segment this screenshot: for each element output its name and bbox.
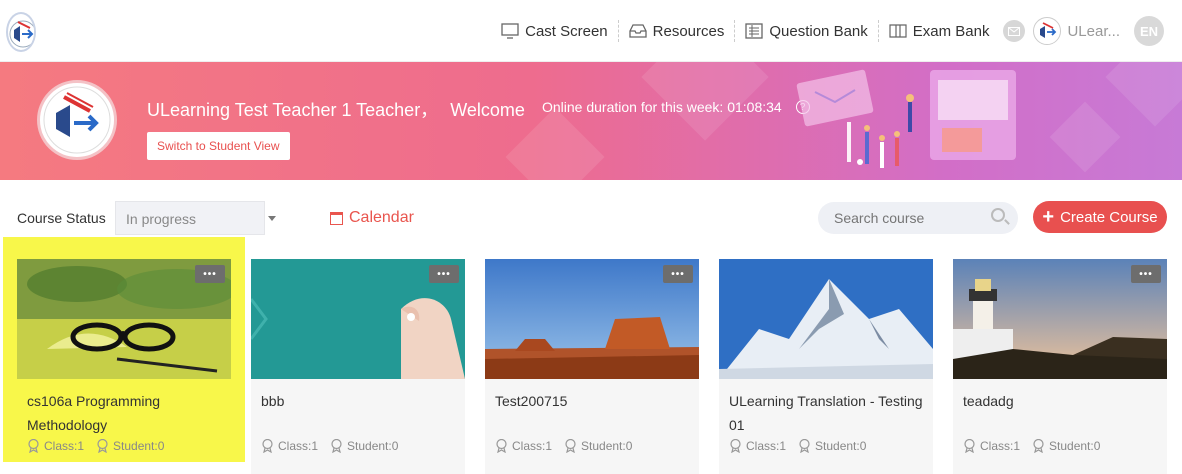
medal-icon <box>799 439 810 453</box>
calendar-label: Calendar <box>349 209 414 226</box>
top-nav-bar: Cast Screen Resources Question Bank Exam… <box>0 0 1182 62</box>
course-card[interactable]: ••• cs106a Programming Methodology Class… <box>17 259 231 474</box>
course-title[interactable]: Test200715 <box>495 389 691 413</box>
chevron-down-icon[interactable] <box>268 216 276 221</box>
welcome-word: Welcome <box>450 100 525 120</box>
welcome-name: ULearning Test Teacher 1 Teacher， <box>147 100 439 120</box>
course-meta: Class:1 Student:0 <box>495 439 632 453</box>
switch-student-view-button[interactable]: Switch to Student View <box>147 132 290 160</box>
class-count-label: Class:1 <box>512 439 553 453</box>
student-count: Student:0 <box>564 439 632 453</box>
nav-label: Question Bank <box>769 22 868 40</box>
student-count: Student:0 <box>96 439 164 453</box>
search-icon[interactable] <box>991 208 1005 222</box>
course-cover-image[interactable] <box>719 259 933 379</box>
course-more-button[interactable]: ••• <box>195 265 225 283</box>
class-count-label: Class:1 <box>980 439 1021 453</box>
search-course-input[interactable] <box>818 202 1018 234</box>
class-count-label: Class:1 <box>44 439 85 453</box>
course-filter-bar: Course Status In progress Calendar + Cre… <box>0 180 1182 240</box>
student-count-label: Student:0 <box>815 439 867 453</box>
medal-icon <box>565 439 576 453</box>
school-logo-large <box>37 80 117 160</box>
student-count-label: Student:0 <box>581 439 633 453</box>
nav-question-bank[interactable]: Question Bank <box>734 20 877 42</box>
course-card[interactable]: ULearning Translation - Testing 01 Class… <box>719 259 933 474</box>
course-more-button[interactable]: ••• <box>429 265 459 283</box>
course-status-select[interactable]: In progress <box>115 201 265 235</box>
course-title[interactable]: bbb <box>261 389 457 413</box>
decor-diamond <box>1049 101 1121 173</box>
course-meta: Class:1 Student:0 <box>729 439 866 453</box>
course-cover-image[interactable]: ••• <box>953 259 1167 379</box>
course-card[interactable]: ••• teadadg Class:1 Student:0 <box>953 259 1167 474</box>
student-count-label: Student:0 <box>347 439 399 453</box>
course-more-button[interactable]: ••• <box>1131 265 1161 283</box>
class-count: Class:1 <box>495 439 552 453</box>
book-icon <box>889 24 907 38</box>
welcome-text: ULearning Test Teacher 1 Teacher， Welcome <box>147 96 537 122</box>
course-status-label: Course Status <box>17 210 106 226</box>
calendar-link[interactable]: Calendar <box>330 209 414 227</box>
create-course-button[interactable]: + Create Course <box>1033 201 1167 233</box>
nav-label: Resources <box>652 22 725 40</box>
course-meta: Class:1 Student:0 <box>963 439 1100 453</box>
student-count-label: Student:0 <box>113 439 165 453</box>
medal-icon <box>730 439 741 453</box>
calendar-icon <box>330 211 343 225</box>
medal-icon <box>964 439 975 453</box>
create-course-label: Create Course <box>1060 208 1158 226</box>
online-duration: Online duration for this week: 01:08:34 … <box>542 99 810 115</box>
class-count: Class:1 <box>729 439 786 453</box>
course-card[interactable]: ••• bbb Class:1 Student:0 <box>251 259 465 474</box>
class-count: Class:1 <box>27 439 84 453</box>
medal-icon <box>1033 439 1044 453</box>
student-count: Student:0 <box>1032 439 1100 453</box>
school-logo[interactable] <box>6 12 36 52</box>
course-cover-image[interactable]: ••• <box>251 259 465 379</box>
nav-resources[interactable]: Resources <box>617 20 735 42</box>
course-title[interactable]: teadadg <box>963 389 1159 413</box>
class-count-label: Class:1 <box>746 439 787 453</box>
student-count-label: Student:0 <box>1049 439 1101 453</box>
course-more-button[interactable]: ••• <box>663 265 693 283</box>
medal-icon <box>496 439 507 453</box>
medal-icon <box>262 439 273 453</box>
top-nav: Cast Screen Resources Question Bank Exam… <box>491 0 1164 62</box>
course-card[interactable]: ••• Test200715 Class:1 Student:0 <box>485 259 699 474</box>
nav-cast-screen[interactable]: Cast Screen <box>491 20 618 42</box>
mail-icon[interactable] <box>1003 20 1026 42</box>
medal-icon <box>331 439 342 453</box>
monitor-icon <box>501 23 519 39</box>
course-meta: Class:1 Student:0 <box>27 439 164 453</box>
course-title[interactable]: ULearning Translation - Testing 01 <box>729 389 925 437</box>
class-count: Class:1 <box>261 439 318 453</box>
medal-icon <box>97 439 108 453</box>
course-meta: Class:1 Student:0 <box>261 439 398 453</box>
course-cover-image[interactable]: ••• <box>485 259 699 379</box>
student-count: Student:0 <box>798 439 866 453</box>
class-count-label: Class:1 <box>278 439 319 453</box>
student-count: Student:0 <box>330 439 398 453</box>
medal-icon <box>28 439 39 453</box>
list-icon <box>745 23 764 39</box>
nav-label: Cast Screen <box>525 22 608 40</box>
nav-exam-bank[interactable]: Exam Bank <box>877 20 1000 42</box>
plus-icon: + <box>1042 206 1055 228</box>
class-count: Class:1 <box>963 439 1020 453</box>
user-name[interactable]: ULear... <box>1067 23 1120 40</box>
course-title[interactable]: cs106a Programming Methodology <box>27 389 223 437</box>
inbox-icon <box>629 24 647 38</box>
nav-label: Exam Bank <box>912 22 990 40</box>
teaching-illustration <box>796 69 1016 168</box>
decor-diamond <box>1105 62 1182 127</box>
user-avatar[interactable] <box>1033 17 1062 45</box>
language-switch[interactable]: EN <box>1134 16 1164 46</box>
welcome-banner: ULearning Test Teacher 1 Teacher， Welcome… <box>0 62 1182 180</box>
online-duration-label: Online duration for this week: 01:08:34 <box>542 99 782 115</box>
course-cover-image[interactable]: ••• <box>17 259 231 379</box>
